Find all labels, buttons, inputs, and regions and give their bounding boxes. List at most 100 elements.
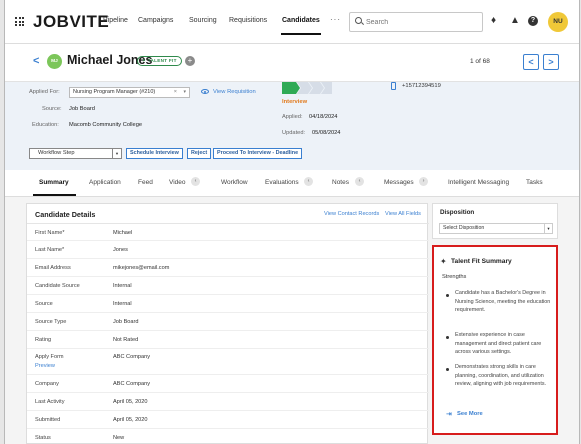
- tab-messages[interactable]: Messages: [384, 179, 414, 186]
- card-title: Candidate Details: [35, 210, 96, 219]
- nav-sourcing[interactable]: Sourcing: [189, 17, 217, 24]
- talent-fit-badge: ✶ TALENT FIT: [137, 56, 182, 66]
- disposition-select-value: Select Disposition: [443, 225, 485, 231]
- table-row: Submitted April 05, 2020: [27, 411, 429, 429]
- nav-candidates[interactable]: Candidates: [282, 17, 320, 24]
- back-chevron-icon[interactable]: <: [33, 55, 39, 67]
- tab-tasks[interactable]: Tasks: [526, 179, 543, 186]
- video-chevron-icon[interactable]: ‹: [191, 177, 200, 186]
- help-icon[interactable]: ?: [528, 16, 538, 26]
- field-value: April 05, 2020: [113, 399, 148, 405]
- notes-chevron-icon[interactable]: ‹: [355, 177, 364, 186]
- nav-pipeline[interactable]: Pipeline: [103, 17, 128, 24]
- table-row: Source Type Job Board: [27, 313, 429, 331]
- active-tab-indicator: [33, 194, 76, 196]
- view-contact-records-link[interactable]: View Contact Records: [324, 211, 379, 217]
- strength-item: Candidate has a Bachelor's Degree in Nur…: [455, 290, 551, 314]
- search-input[interactable]: [349, 12, 483, 32]
- table-row: Rating Not Rated: [27, 331, 429, 349]
- app-frame: JOBVITE Pipeline Campaigns Sourcing Requ…: [4, 0, 580, 444]
- updated-date-value: 05/08/2024: [312, 130, 341, 136]
- see-more-link[interactable]: See More: [457, 411, 483, 417]
- graduation-cap-icon[interactable]: ▲: [510, 15, 520, 26]
- user-avatar[interactable]: NU: [548, 12, 568, 32]
- workflow-stage-indicator[interactable]: [282, 82, 332, 94]
- field-value: Internal: [113, 301, 132, 307]
- tab-intelligent-messaging[interactable]: Intelligent Messaging: [448, 179, 509, 186]
- apply-form-preview-link[interactable]: Preview: [35, 363, 55, 369]
- phone-icon: [391, 82, 396, 90]
- field-value: Job Board: [113, 319, 139, 325]
- source-label: Source:: [42, 106, 62, 112]
- disposition-select[interactable]: Select Disposition ▾: [439, 223, 553, 234]
- nav-requisitions[interactable]: Requisitions: [229, 17, 267, 24]
- applied-for-select[interactable]: Nursing Program Manager (#210) × ▾: [69, 87, 190, 98]
- workflow-step-value: Workflow Step: [38, 150, 75, 156]
- view-requisition-link[interactable]: View Requisition: [213, 89, 256, 95]
- bell-icon[interactable]: ♦: [491, 15, 496, 26]
- table-row: Company ABC Company: [27, 375, 429, 393]
- arrow-right-icon[interactable]: ⇥: [446, 410, 452, 418]
- add-icon[interactable]: +: [185, 56, 195, 66]
- field-value: New: [113, 435, 125, 441]
- nav-more-icon[interactable]: ···: [330, 15, 341, 24]
- field-label: Status: [35, 435, 51, 441]
- candidate-tabs: Summary Application Feed Video ‹ Workflo…: [5, 170, 579, 197]
- candidate-details-summary: Applied For: Nursing Program Manager (#2…: [5, 82, 579, 170]
- tab-summary[interactable]: Summary: [39, 179, 69, 186]
- nav-active-indicator: [281, 33, 321, 35]
- schedule-interview-button[interactable]: Schedule Interview: [126, 148, 183, 159]
- card-header: Candidate Details View Contact Records V…: [27, 204, 429, 224]
- proceed-to-interview-button[interactable]: Proceed To Interview - Deadline: [213, 148, 303, 159]
- field-value: mikejones@email.com: [113, 265, 170, 271]
- sparkle-icon: ✦: [440, 257, 447, 266]
- reject-button[interactable]: Reject: [187, 148, 212, 159]
- chevron-down-icon[interactable]: ▾: [112, 149, 121, 158]
- field-label: Apply Form: [35, 354, 64, 360]
- tab-workflow[interactable]: Workflow: [221, 179, 248, 186]
- tab-evaluations[interactable]: Evaluations: [265, 179, 299, 186]
- eye-icon[interactable]: [201, 89, 209, 94]
- bullet-icon: [446, 368, 449, 371]
- field-value: Jones: [113, 247, 128, 253]
- evaluations-chevron-icon[interactable]: ‹: [304, 177, 313, 186]
- table-row: Status New: [27, 429, 429, 444]
- clear-icon[interactable]: ×: [174, 88, 177, 97]
- bullet-icon: [446, 294, 449, 297]
- previous-candidate-button[interactable]: <: [523, 54, 539, 70]
- field-value: ABC Company: [113, 354, 150, 360]
- field-label: Candidate Source: [35, 283, 80, 289]
- strengths-heading: Strengths: [442, 274, 467, 280]
- candidate-avatar: MJ: [47, 54, 62, 69]
- education-label: Education:: [32, 122, 59, 128]
- field-label: Source: [35, 301, 53, 307]
- chevron-down-icon[interactable]: ▾: [183, 88, 186, 97]
- nav-campaigns[interactable]: Campaigns: [138, 17, 173, 24]
- stage-status: Interview: [282, 99, 308, 105]
- tab-video[interactable]: Video: [169, 179, 186, 186]
- app-grid-icon[interactable]: [15, 17, 24, 26]
- talent-fit-summary-title: Talent Fit Summary: [451, 258, 512, 265]
- field-label: Submitted: [35, 417, 61, 423]
- table-row: Email Address mikejones@email.com: [27, 259, 429, 277]
- tab-notes[interactable]: Notes: [332, 179, 349, 186]
- candidate-counter: 1 of 68: [470, 58, 490, 65]
- view-all-fields-link[interactable]: View All Fields: [385, 211, 421, 217]
- next-candidate-button[interactable]: >: [543, 54, 559, 70]
- table-row: Last Name* Jones: [27, 241, 429, 259]
- search-icon: [355, 17, 362, 24]
- table-row: Candidate Source Internal: [27, 277, 429, 295]
- tab-feed[interactable]: Feed: [138, 179, 153, 186]
- disposition-panel: Disposition Select Disposition ▾: [432, 203, 558, 239]
- chevron-down-icon[interactable]: ▾: [544, 224, 552, 233]
- strength-item: Extensive experience in case management …: [455, 332, 542, 356]
- tab-application[interactable]: Application: [89, 179, 121, 186]
- field-value: ABC Company: [113, 381, 150, 387]
- phone-number[interactable]: +15712394519: [402, 83, 441, 89]
- workflow-step-select[interactable]: Workflow Step ▾: [29, 148, 122, 159]
- jobvite-logo[interactable]: JOBVITE: [33, 12, 109, 32]
- candidate-details-card: Candidate Details View Contact Records V…: [26, 203, 429, 444]
- field-label: Source Type: [35, 319, 67, 325]
- messages-chevron-icon[interactable]: ›: [419, 177, 428, 186]
- talent-fit-badge-label: TALENT FIT: [147, 58, 177, 63]
